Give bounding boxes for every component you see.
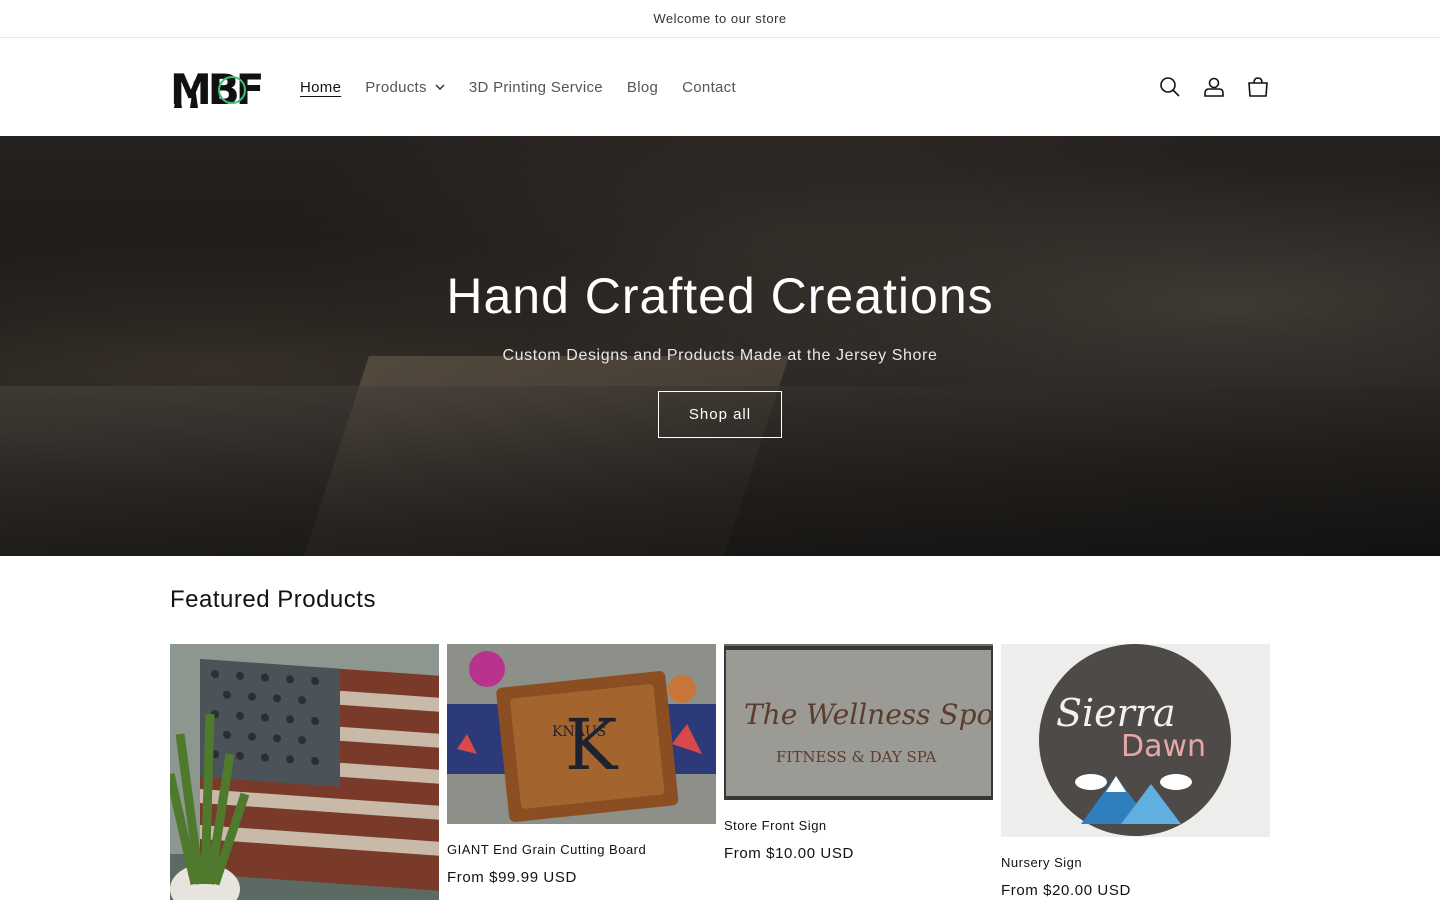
shop-all-button[interactable]: Shop all bbox=[657, 390, 783, 438]
product-name[interactable]: Store Front Sign bbox=[724, 818, 993, 833]
hero-banner: Hand Crafted Creations Custom Designs an… bbox=[0, 136, 1440, 556]
account-icon[interactable] bbox=[1202, 75, 1226, 99]
product-name[interactable]: GIANT End Grain Cutting Board bbox=[447, 842, 716, 857]
product-name[interactable]: Nursery Sign bbox=[1001, 855, 1270, 870]
nav-item-3d-printing[interactable]: 3D Printing Service bbox=[469, 79, 603, 96]
product-image-store-sign[interactable]: The Wellness Spot FITNESS & DAY SPA bbox=[724, 644, 993, 800]
announcement-text: Welcome to our store bbox=[653, 11, 787, 26]
product-price: From $20.00 USD bbox=[1001, 882, 1131, 899]
store-sign-script: The Wellness Spot bbox=[744, 698, 993, 731]
store-logo[interactable]: MBF bbox=[170, 64, 262, 110]
chevron-down-icon bbox=[435, 84, 445, 90]
main-nav: Home Products 3D Printing Service Blog C… bbox=[300, 79, 760, 96]
logo-mark: MBF bbox=[170, 65, 262, 110]
product-price: From $99.99 USD bbox=[447, 869, 577, 886]
featured-products: Featured Products K KNAUS GIANT End Grai… bbox=[0, 556, 1440, 900]
product-image-cutting-board[interactable]: K KNAUS bbox=[447, 644, 716, 824]
product-price: From $10.00 USD bbox=[724, 845, 854, 862]
product-card[interactable]: The Wellness Spot FITNESS & DAY SPA Stor… bbox=[724, 644, 993, 900]
cutting-board-letter: K bbox=[565, 704, 619, 786]
product-grid: K KNAUS GIANT End Grain Cutting Board Fr… bbox=[170, 644, 1270, 900]
cart-icon[interactable] bbox=[1246, 75, 1270, 99]
site-header: MBF Home Products 3D Printing Service Bl… bbox=[0, 38, 1440, 136]
product-card[interactable]: K KNAUS GIANT End Grain Cutting Board Fr… bbox=[447, 644, 716, 900]
nav-item-products-label: Products bbox=[365, 78, 427, 96]
product-card[interactable] bbox=[170, 644, 439, 900]
cutting-board-name: KNAUS bbox=[552, 724, 606, 740]
announcement-bar: Welcome to our store bbox=[0, 0, 1440, 38]
nav-item-home[interactable]: Home bbox=[300, 79, 341, 96]
store-sign-caption: FITNESS & DAY SPA bbox=[776, 748, 937, 766]
logo-letters: MBF bbox=[170, 65, 262, 110]
nursery-line-2: Dawn bbox=[1121, 729, 1206, 764]
featured-title: Featured Products bbox=[170, 586, 376, 613]
hero-content: Hand Crafted Creations Custom Designs an… bbox=[0, 136, 1440, 556]
product-image-nursery-sign[interactable]: Sierra Dawn bbox=[1001, 644, 1270, 837]
header-icons bbox=[1158, 38, 1270, 136]
search-icon[interactable] bbox=[1158, 75, 1182, 99]
nav-item-contact[interactable]: Contact bbox=[682, 79, 736, 96]
product-image-flag[interactable] bbox=[170, 644, 439, 900]
hero-subtitle: Custom Designs and Products Made at the … bbox=[502, 346, 938, 364]
nav-item-blog[interactable]: Blog bbox=[627, 79, 658, 96]
nav-item-products[interactable]: Products bbox=[365, 79, 445, 96]
hero-title: Hand Crafted Creations bbox=[446, 267, 994, 324]
product-card[interactable]: Sierra Dawn Nursery Sign From $20.00 USD bbox=[1001, 644, 1270, 900]
